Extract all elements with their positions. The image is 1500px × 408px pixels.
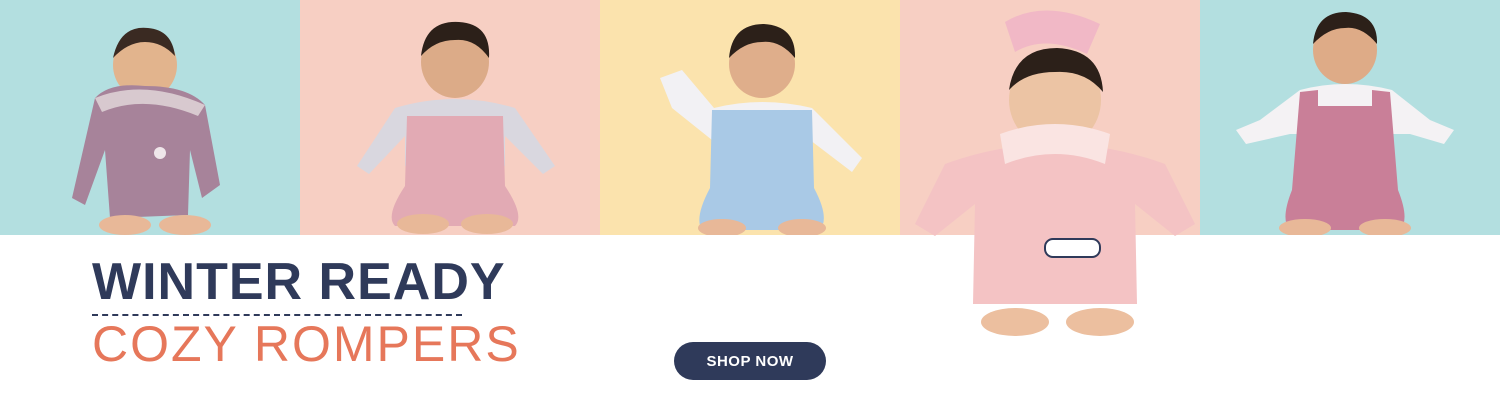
promo-banner[interactable]: WINTER READY COZY ROMPERS SHOP NOW <box>0 0 1500 408</box>
photo-panel-2 <box>300 0 600 235</box>
photo-panel-3 <box>600 0 900 235</box>
baby-photo-blue-dinosaur-romper <box>660 24 862 235</box>
headline: WINTER READY <box>92 253 506 311</box>
baby-photo-mauve-bunny-romper <box>1236 12 1454 235</box>
baby-photo-pink-dungaree-romper <box>357 21 555 234</box>
baby-photo-purple-hooded-romper <box>72 27 220 235</box>
shop-now-button[interactable]: SHOP NOW <box>674 342 826 380</box>
baby-photo-pink-hoodie-romper <box>915 10 1195 336</box>
photo-panel-1 <box>0 0 300 235</box>
subheadline: COZY ROMPERS <box>92 316 521 372</box>
photo-panel-5 <box>1200 0 1500 235</box>
